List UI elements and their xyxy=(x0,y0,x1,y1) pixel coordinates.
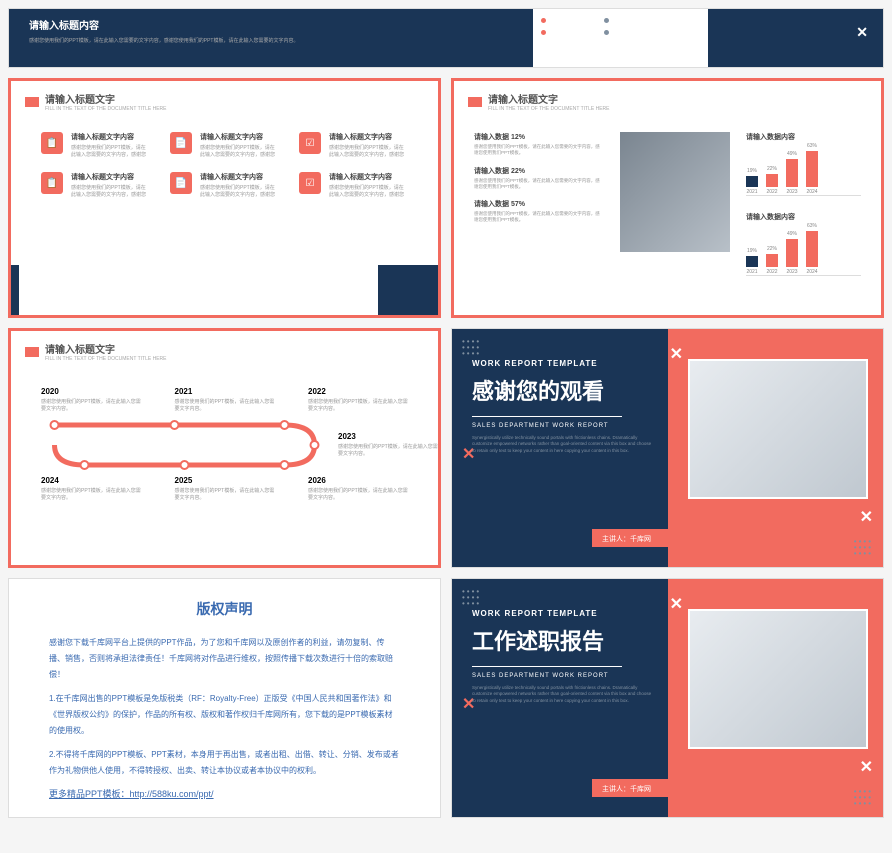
feature-item: ☑ 请输入标题文字内容感谢您使用我们的PPT模板，请在此输入您需要的文字内容，感… xyxy=(299,132,408,158)
feature-item: 📋 请输入标题文字内容感谢您使用我们的PPT模板，请在此输入您需要的文字内容，感… xyxy=(41,172,150,198)
feature-item: 📄 请输入标题文字内容感谢您使用我们的PPT模板，请在此输入您需要的文字内容，感… xyxy=(170,172,279,198)
presenter-label: 主讲人：千库网 xyxy=(602,534,651,544)
cross-icon: ✕ xyxy=(860,757,873,777)
cross-icon: ✕ xyxy=(860,507,873,527)
slide-copyright: 版权声明 感谢您下载千库网平台上提供的PPT作品，为了您和千库网以及原创作者的利… xyxy=(8,578,441,818)
feature-item: 📋 请输入标题文字内容感谢您使用我们的PPT模板，请在此输入您需要的文字内容，感… xyxy=(41,132,150,158)
feature-icon: 📋 xyxy=(41,132,63,154)
copyright-title: 版权声明 xyxy=(49,599,400,619)
dot-icon xyxy=(604,18,609,23)
bar-item: 22% 2022 xyxy=(766,166,778,195)
photo-placeholder xyxy=(620,132,730,252)
slide-header-strip: 请输入标题内容 感谢您使用我们的PPT模板，请在此输入您需要的文字内容，感谢您使… xyxy=(8,8,884,68)
cross-icon: ✕ xyxy=(856,24,868,41)
title-icon xyxy=(468,97,482,107)
timeline-item: 2020感谢您使用我们的PPT模板，请在此输入您需要文字内容。 xyxy=(41,387,141,412)
corner-decoration xyxy=(11,265,19,315)
slide-icon-grid: 请输入标题文字 FILL IN THE TEXT OF THE DOCUMENT… xyxy=(8,78,441,318)
timeline-item: 2024感谢您使用我们的PPT模板，请在此输入您需要文字内容。 xyxy=(41,476,141,501)
bar-item: 22% 2022 xyxy=(766,246,778,275)
presenter-label: 主讲人：千库网 xyxy=(602,784,651,794)
feature-icon: ☑ xyxy=(299,132,321,154)
slide-timeline: 请输入标题文字 FILL IN THE TEXT OF THE DOCUMENT… xyxy=(8,328,441,568)
feature-icon: 📄 xyxy=(170,132,192,154)
feature-icon: ☑ xyxy=(299,172,321,194)
slide-title: 请输入标题文字 xyxy=(45,341,167,356)
bar-item: 49% 2023 xyxy=(786,231,798,275)
dots-pattern-icon: •••••••••••• xyxy=(854,789,873,807)
bar-item: 63% 2024 xyxy=(806,143,818,195)
bar-item: 49% 2023 xyxy=(786,151,798,195)
bar-item: 19% 2021 xyxy=(746,168,758,195)
main-title: 工作述职报告 xyxy=(472,624,863,656)
stat-item: 请输入数据 12%感谢您使用我们的PPT模板，请在此输入您需要的文字内容，感谢您… xyxy=(474,132,604,156)
bar-chart: 请输入数据内容 19% 2021 22% 2022 49% 2023 63% 2… xyxy=(746,132,861,196)
feature-icon: 📄 xyxy=(170,172,192,194)
slide-charts: 请输入标题文字 FILL IN THE TEXT OF THE DOCUMENT… xyxy=(451,78,884,318)
dots-pattern-icon: •••••••••••• xyxy=(854,539,873,557)
bar-item: 63% 2024 xyxy=(806,223,818,275)
dot-icon xyxy=(541,30,546,35)
template-link[interactable]: 更多精品PPT模板：http://588ku.com/ppt/ xyxy=(49,787,400,800)
dot-icon xyxy=(604,30,609,35)
stat-item: 请输入数据 57%感谢您使用我们的PPT模板，请在此输入您需要的文字内容，感谢您… xyxy=(474,199,604,223)
title-icon xyxy=(25,347,39,357)
bar-chart: 请输入数据内容 19% 2021 22% 2022 49% 2023 63% 2… xyxy=(746,212,861,276)
dots-pattern-icon: •••••••••••• xyxy=(462,339,481,357)
title-icon xyxy=(25,97,39,107)
main-title: 感谢您的观看 xyxy=(472,374,863,406)
subtitle: WORK REPORT TEMPLATE xyxy=(472,359,863,368)
dots-pattern-icon: •••••••••••• xyxy=(462,589,481,607)
timeline-item: 2025感谢您使用我们的PPT模板，请在此输入您需要文字内容。 xyxy=(175,476,275,501)
slide-thanks: •••••••••••• •••••••••••• ✕ ✕ ✕ WORK REP… xyxy=(451,328,884,568)
timeline-item: 2022感谢您使用我们的PPT模板，请在此输入您需要文字内容。 xyxy=(308,387,408,412)
subtitle: WORK REPORT TEMPLATE xyxy=(472,609,863,618)
slide-cover: •••••••••••• •••••••••••• ✕ ✕ ✕ WORK REP… xyxy=(451,578,884,818)
dot-icon xyxy=(541,18,546,23)
slide-title: 请输入标题文字 xyxy=(45,91,167,106)
feature-icon: 📋 xyxy=(41,172,63,194)
feature-item: ☑ 请输入标题文字内容感谢您使用我们的PPT模板，请在此输入您需要的文字内容，感… xyxy=(299,172,408,198)
corner-decoration xyxy=(378,265,438,315)
stat-item: 请输入数据 22%感谢您使用我们的PPT模板，请在此输入您需要的文字内容，感谢您… xyxy=(474,166,604,190)
feature-item: 📄 请输入标题文字内容感谢您使用我们的PPT模板，请在此输入您需要的文字内容，感… xyxy=(170,132,279,158)
header-desc: 感谢您使用我们的PPT模板，请在此输入您需要的文字内容，感谢您使用我们的PPT模… xyxy=(29,38,513,45)
timeline-item: 2021感谢您使用我们的PPT模板，请在此输入您需要文字内容。 xyxy=(175,387,275,412)
timeline-item: 2026感谢您使用我们的PPT模板，请在此输入您需要文字内容。 xyxy=(308,476,408,501)
header-title: 请输入标题内容 xyxy=(29,17,513,32)
bar-item: 19% 2021 xyxy=(746,248,758,275)
slide-title: 请输入标题文字 xyxy=(488,91,610,106)
